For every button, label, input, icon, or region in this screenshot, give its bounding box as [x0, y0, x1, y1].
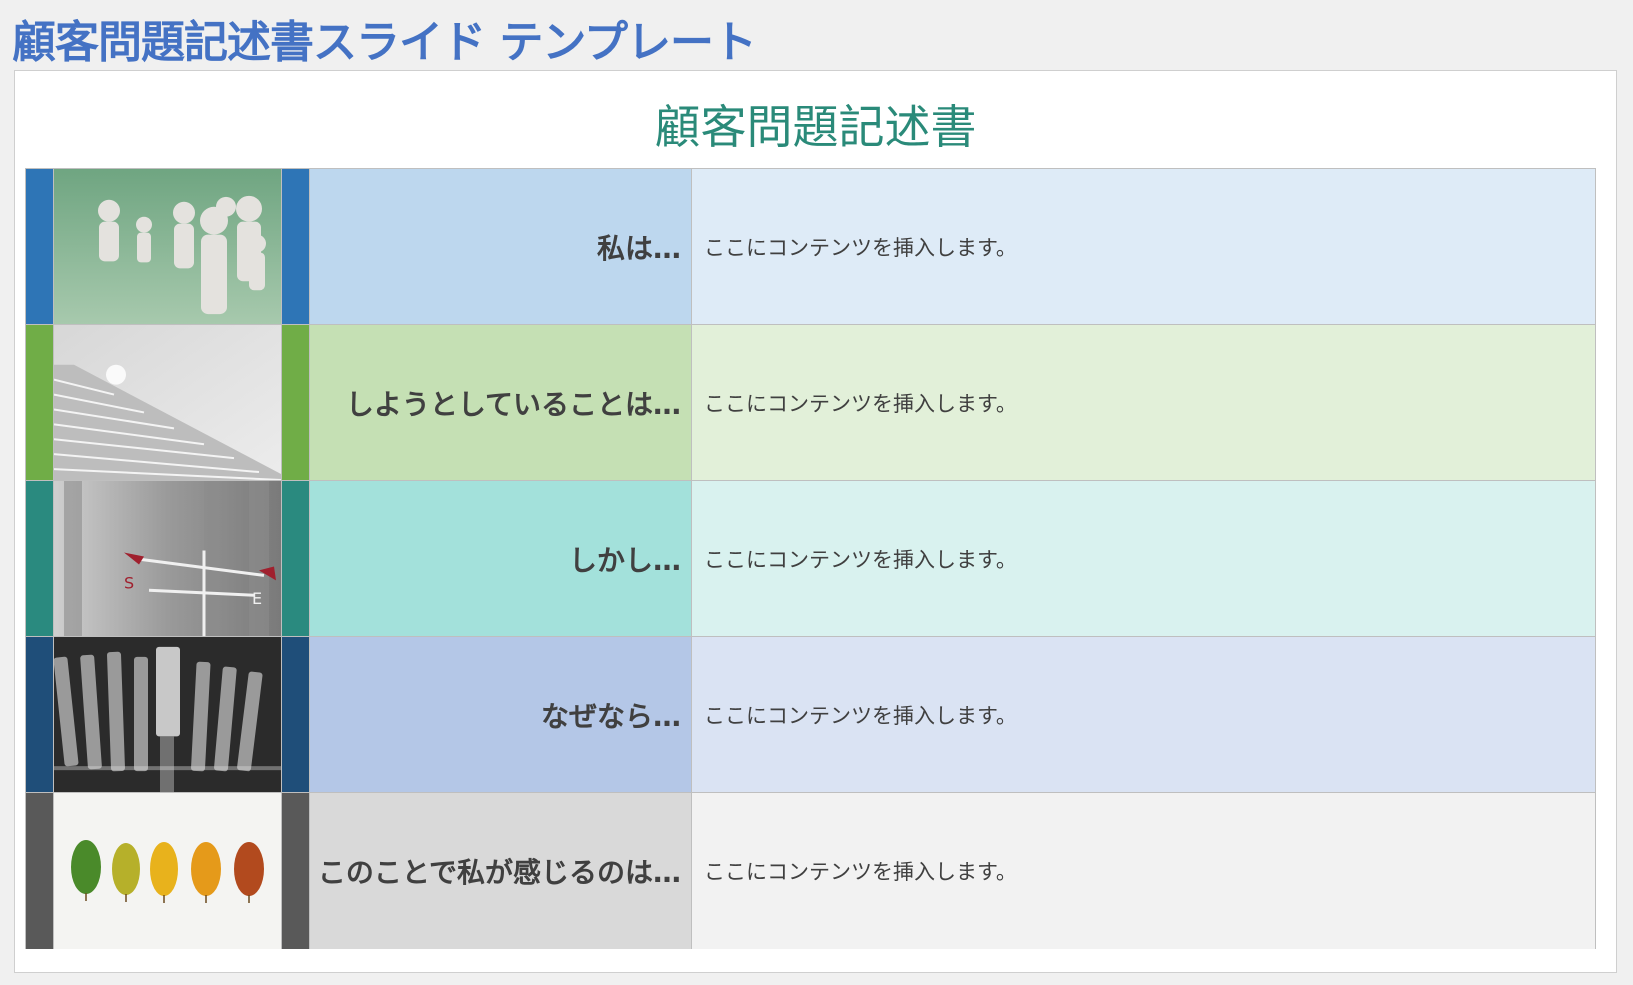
svg-text:S: S: [124, 573, 134, 592]
table-row: なぜなら… ここにコンテンツを挿入します。: [26, 637, 1595, 793]
row-content[interactable]: ここにコンテンツを挿入します。: [692, 325, 1595, 480]
row-color-bar-right: [281, 637, 309, 792]
table-row: 私は… ここにコンテンツを挿入します。: [26, 169, 1595, 325]
row-color-bar-left: [26, 169, 54, 324]
typewriter-keys-photo: [54, 637, 281, 792]
row-label: しようとしていることは…: [309, 325, 692, 480]
row-color-bar-left: [26, 793, 54, 949]
paper-people-photo: [54, 169, 281, 324]
row-color-bar-left: [26, 481, 54, 636]
row-label: 私は…: [309, 169, 692, 324]
problem-statement-table: 私は… ここにコンテンツを挿入します。 しようとしていることは… ここにコンテン…: [25, 168, 1596, 949]
row-content[interactable]: ここにコンテンツを挿入します。: [692, 481, 1595, 636]
row-color-bar-right: [281, 481, 309, 636]
table-row: このことで私が感じるのは… ここにコンテンツを挿入します。: [26, 793, 1595, 949]
row-color-bar-right: [281, 793, 309, 949]
autumn-leaves-photo: [54, 793, 281, 949]
row-content[interactable]: ここにコンテンツを挿入します。: [692, 169, 1595, 324]
row-label: しかし…: [309, 481, 692, 636]
row-label: なぜなら…: [309, 637, 692, 792]
table-row: しようとしていることは… ここにコンテンツを挿入します。: [26, 325, 1595, 481]
page-title: 顧客問題記述書スライド テンプレート: [12, 17, 757, 68]
row-content[interactable]: ここにコンテンツを挿入します。: [692, 637, 1595, 792]
row-content[interactable]: ここにコンテンツを挿入します。: [692, 793, 1595, 949]
row-label: このことで私が感じるのは…: [309, 793, 692, 949]
slide: 顧客問題記述書 私は… ここにコンテンツを挿入します。 しようとしていることは……: [14, 70, 1617, 973]
table-row: S E しかし… ここにコンテンツを挿入します。: [26, 481, 1595, 637]
weather-vane-photo: S E: [54, 481, 281, 636]
row-color-bar-right: [281, 325, 309, 480]
stairs-ball-photo: [54, 325, 281, 480]
row-color-bar-right: [281, 169, 309, 324]
svg-text:E: E: [252, 589, 262, 608]
row-color-bar-left: [26, 325, 54, 480]
row-color-bar-left: [26, 637, 54, 792]
slide-title: 顧客問題記述書: [654, 100, 977, 154]
